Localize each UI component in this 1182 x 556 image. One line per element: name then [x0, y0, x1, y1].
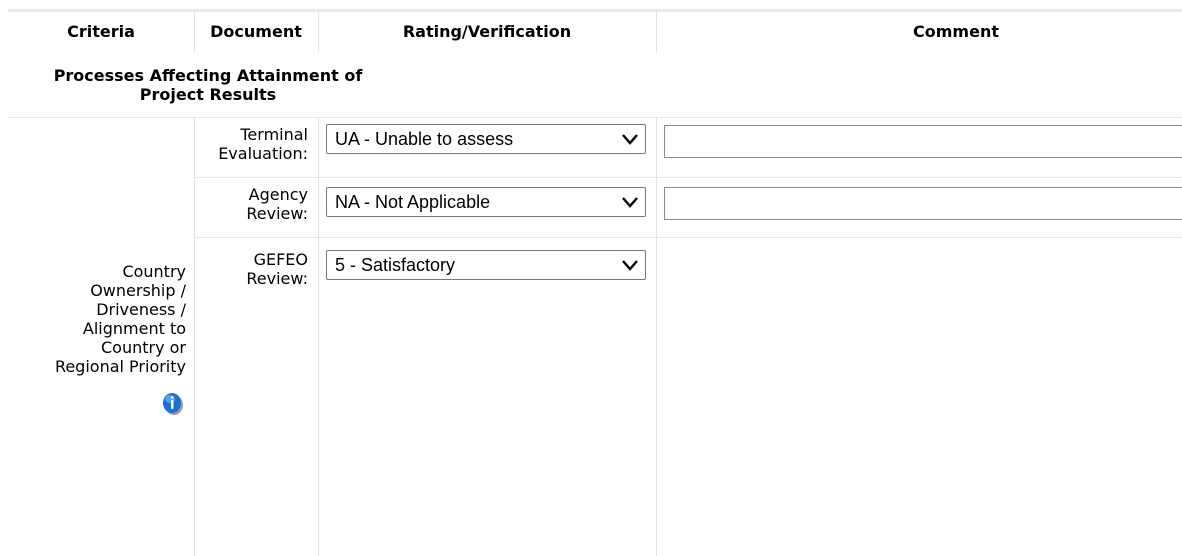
comment-field-agency-review[interactable]: [664, 187, 1182, 220]
document-label-line: Agency: [248, 185, 308, 204]
comment-field-terminal-evaluation[interactable]: [664, 125, 1182, 158]
chevron-down-icon: [622, 134, 638, 145]
document-label-line: Review:: [246, 269, 308, 288]
section-title: Processes Affecting Attainment of Projec…: [8, 66, 408, 104]
header-criteria: Criteria: [67, 22, 135, 41]
rating-select-agency-review[interactable]: NA - Not Applicable: [326, 187, 646, 217]
criteria-line: Ownership /: [90, 281, 186, 300]
document-label-gefeo-review: GEFEO Review:: [194, 250, 308, 288]
criteria-line: Alignment to: [82, 319, 186, 338]
column-divider: [318, 117, 319, 556]
table-top-border: [8, 9, 1182, 12]
row-divider: [194, 237, 1182, 238]
row-divider: [8, 117, 1182, 118]
header-divider: [194, 12, 195, 52]
criteria-line: Driveness /: [96, 300, 186, 319]
header-divider: [656, 12, 657, 52]
column-divider: [194, 117, 195, 556]
rating-select-gefeo-review[interactable]: 5 - Satisfactory: [326, 250, 646, 280]
select-value: NA - Not Applicable: [335, 192, 491, 212]
row-divider: [194, 177, 1182, 178]
criteria-label: Country Ownership / Driveness / Alignmen…: [8, 262, 186, 376]
document-label-line: Terminal: [240, 125, 308, 144]
header-comment: Comment: [913, 22, 999, 41]
select-value: UA - Unable to assess: [335, 129, 514, 149]
document-label-agency-review: Agency Review:: [194, 185, 308, 223]
chevron-down-icon: [622, 197, 638, 208]
chevron-down-icon: [622, 260, 638, 271]
document-label-line: GEFEO: [253, 250, 308, 269]
section-title-line1: Processes Affecting Attainment of: [53, 66, 363, 85]
info-icon[interactable]: [162, 392, 184, 416]
document-label-line: Evaluation:: [218, 144, 308, 163]
rating-select-terminal-evaluation[interactable]: UA - Unable to assess: [326, 124, 646, 154]
document-label-terminal-evaluation: Terminal Evaluation:: [194, 125, 308, 163]
column-divider: [656, 117, 657, 556]
header-divider: [318, 12, 319, 52]
criteria-line: Regional Priority: [54, 357, 186, 376]
document-label-line: Review:: [246, 204, 308, 223]
section-title-line2: Project Results: [139, 85, 277, 104]
criteria-line: Country: [122, 262, 186, 281]
header-document: Document: [210, 22, 302, 41]
header-rating-verification: Rating/Verification: [402, 22, 572, 41]
criteria-line: Country or: [100, 338, 186, 357]
select-value: 5 - Satisfactory: [335, 255, 456, 275]
